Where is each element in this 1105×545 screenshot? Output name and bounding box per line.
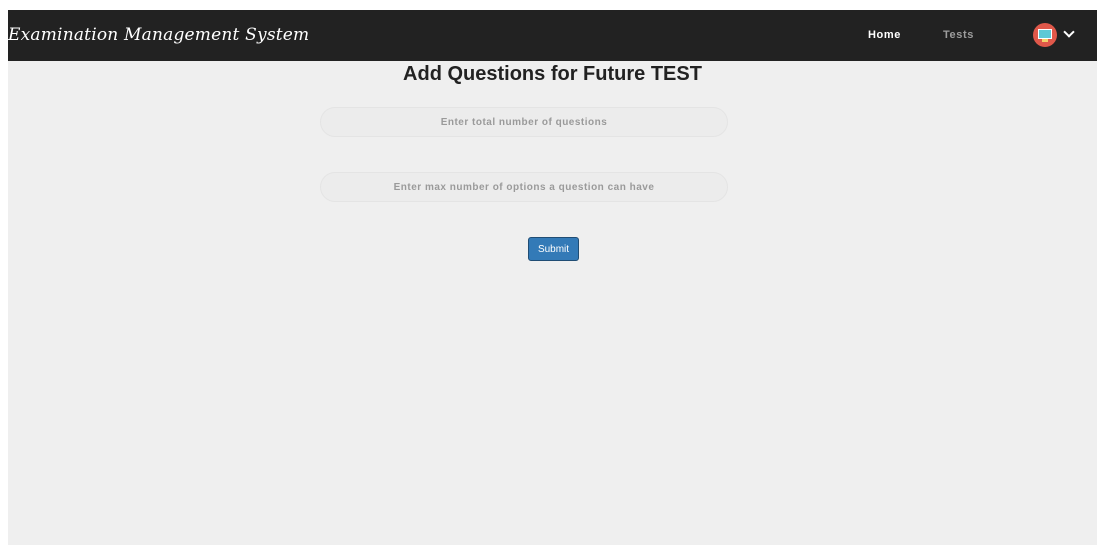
top-navbar: Examination Management System Home Tests: [8, 10, 1097, 61]
max-options-input[interactable]: [320, 172, 728, 202]
total-questions-input[interactable]: [320, 107, 728, 137]
chevron-down-icon[interactable]: [1063, 26, 1075, 38]
nav-tests-link[interactable]: Tests: [943, 10, 974, 61]
page-title: Add Questions for Future TEST: [403, 63, 702, 85]
app-frame: Examination Management System Home Tests…: [8, 10, 1097, 545]
nav-home-link[interactable]: Home: [868, 10, 901, 61]
submit-button[interactable]: Submit: [528, 237, 579, 261]
user-avatar-icon[interactable]: [1033, 23, 1057, 47]
brand-title[interactable]: Examination Management System: [8, 10, 309, 61]
avatar-screen-shape: [1038, 29, 1052, 39]
avatar-stand-shape: [1042, 39, 1048, 42]
